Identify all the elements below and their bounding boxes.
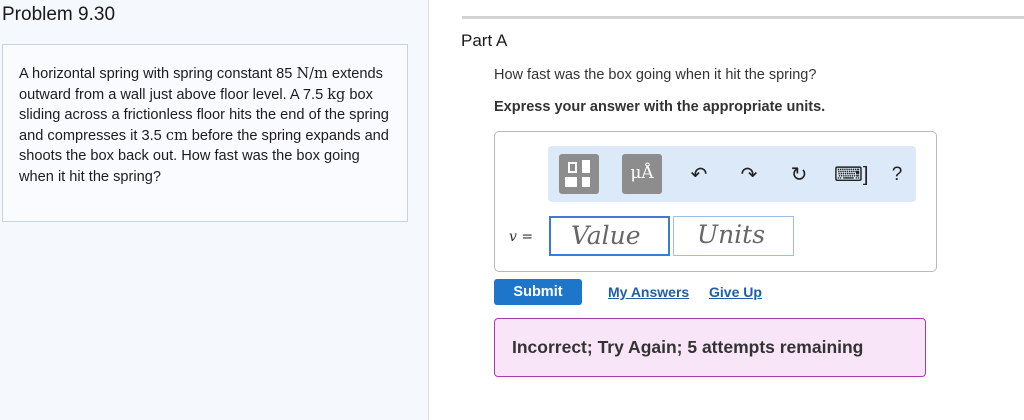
submit-button[interactable]: Submit: [494, 279, 582, 305]
part-divider: [462, 16, 1024, 19]
give-up-link[interactable]: Give Up: [709, 284, 762, 300]
problem-statement: A horizontal spring with spring constant…: [2, 44, 408, 222]
problem-text: A horizontal spring with spring constant…: [19, 66, 297, 82]
instruction-text: Express your answer with the appropriate…: [494, 99, 826, 115]
variable-label: v =: [509, 229, 534, 245]
problem-title: Problem 9.30: [2, 4, 116, 25]
units-label: μÅ: [630, 163, 654, 183]
templates-icon[interactable]: [559, 154, 599, 194]
value-input[interactable]: Value: [549, 216, 670, 256]
answer-area: μÅ ↶ ↷ ↻ ⌨] ? v = Value Units: [494, 131, 937, 272]
math-toolbar: μÅ ↶ ↷ ↻ ⌨] ?: [548, 146, 916, 202]
unit-compression: cm: [165, 127, 188, 144]
feedback-message: Incorrect; Try Again; 5 attempts remaini…: [494, 318, 926, 377]
keyboard-icon[interactable]: ⌨]: [834, 162, 868, 188]
question-text: How fast was the box going when it hit t…: [494, 67, 817, 83]
problem-panel: Problem 9.30 A horizontal spring with sp…: [0, 0, 429, 420]
units-input[interactable]: Units: [673, 216, 794, 256]
part-title: Part A: [461, 31, 508, 50]
undo-icon[interactable]: ↶: [686, 162, 712, 188]
my-answers-link[interactable]: My Answers: [608, 284, 689, 300]
reset-icon[interactable]: ↻: [786, 162, 812, 188]
unit-spring-constant: N/m: [296, 66, 328, 82]
units-button[interactable]: μÅ: [622, 154, 662, 194]
redo-icon[interactable]: ↷: [736, 162, 762, 188]
unit-mass: kg: [327, 86, 346, 103]
help-icon[interactable]: ?: [884, 162, 910, 188]
